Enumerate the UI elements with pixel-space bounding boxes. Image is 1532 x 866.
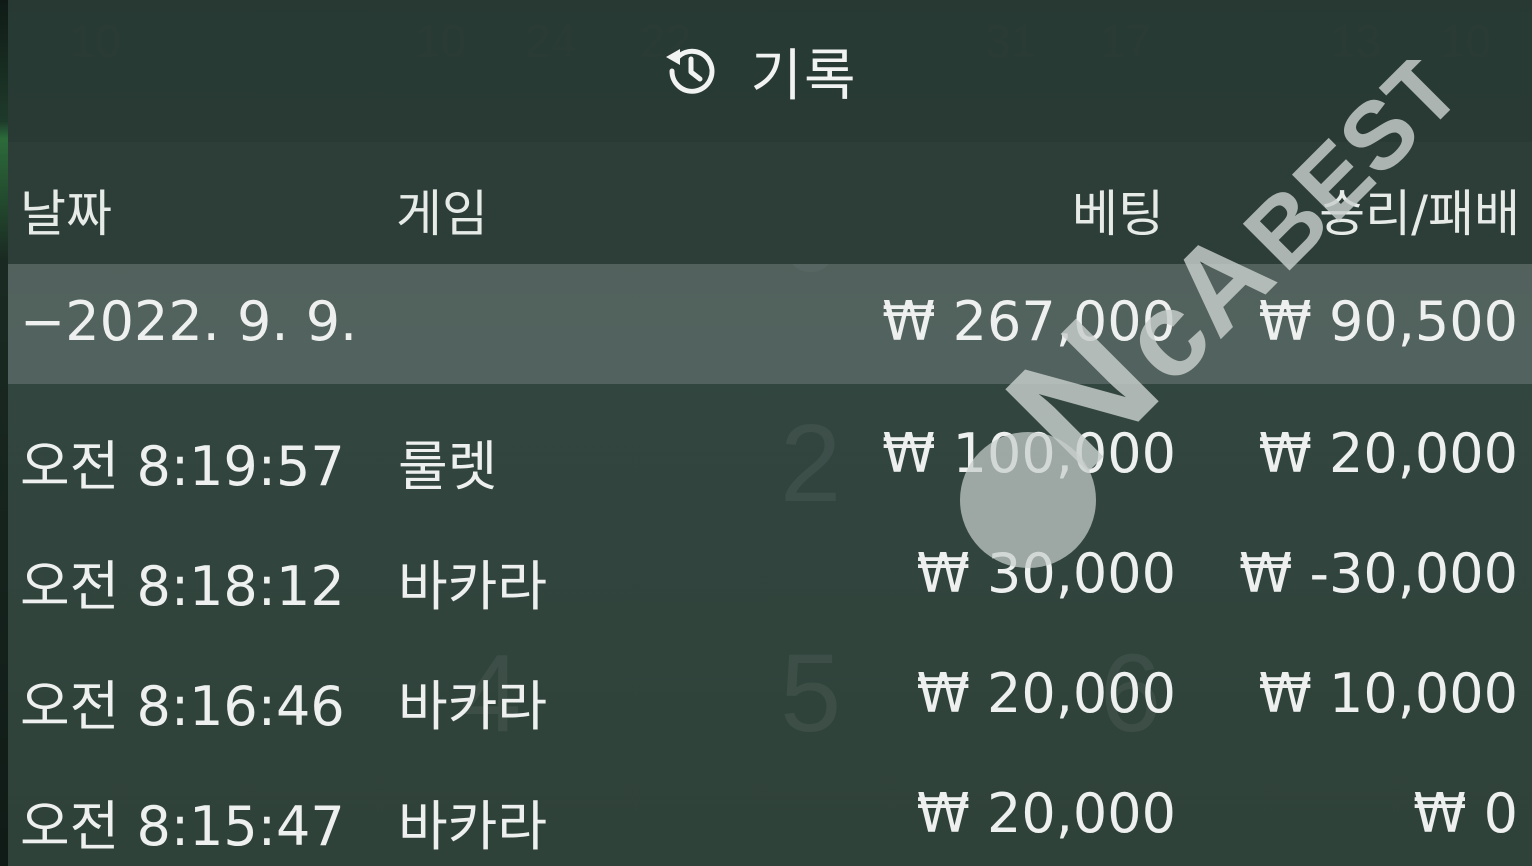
row-game: 바카라: [398, 795, 548, 858]
row-game: 룰렛: [398, 435, 498, 498]
table-row[interactable]: 오전 8:16:46 바카라 ₩ 20,000 ₩ 10,000: [8, 636, 1532, 756]
row-result: ₩ 0: [1413, 782, 1518, 845]
column-header-result: 승리/패배: [1319, 185, 1520, 243]
column-header-date: 날짜: [20, 185, 112, 243]
table-row[interactable]: 오전 8:15:47 바카라 ₩ 20,000 ₩ 0: [8, 756, 1532, 866]
history-panel: 10 10 24 22 31 17 13 10 0 2 4 5 6 기록 날짜 …: [0, 0, 1532, 866]
summary-result: ₩ 90,500: [1258, 290, 1518, 353]
summary-date: −2022. 9. 9.: [20, 290, 358, 353]
panel-header: 기록: [8, 0, 1532, 142]
row-result: ₩ 20,000: [1258, 422, 1518, 485]
left-edge-strip: [0, 0, 8, 866]
row-game: 바카라: [398, 675, 548, 738]
column-header-game: 게임: [396, 185, 488, 243]
row-time: 오전 8:16:46: [20, 675, 345, 738]
row-bet: ₩ 20,000: [916, 662, 1176, 725]
row-result: ₩ -30,000: [1239, 542, 1518, 605]
table-row[interactable]: 오전 8:18:12 바카라 ₩ 30,000 ₩ -30,000: [8, 516, 1532, 636]
row-time: 오전 8:18:12: [20, 555, 345, 618]
summary-bet: ₩ 267,000: [882, 290, 1176, 353]
row-bet: ₩ 100,000: [882, 422, 1176, 485]
row-bet: ₩ 30,000: [916, 542, 1176, 605]
row-time: 오전 8:19:57: [20, 435, 345, 498]
row-result: ₩ 10,000: [1258, 662, 1518, 725]
row-time: 오전 8:15:47: [20, 795, 345, 858]
page-title: 기록: [750, 43, 858, 109]
table-row[interactable]: 오전 8:19:57 룰렛 ₩ 100,000 ₩ 20,000: [8, 396, 1532, 516]
row-game: 바카라: [398, 555, 548, 618]
column-header-bet: 베팅: [1072, 185, 1164, 243]
row-bet: ₩ 20,000: [916, 782, 1176, 845]
table-header: 날짜 게임 베팅 승리/패배: [8, 142, 1532, 264]
history-icon: [658, 39, 722, 103]
summary-row[interactable]: −2022. 9. 9. ₩ 267,000 ₩ 90,500: [8, 264, 1532, 384]
